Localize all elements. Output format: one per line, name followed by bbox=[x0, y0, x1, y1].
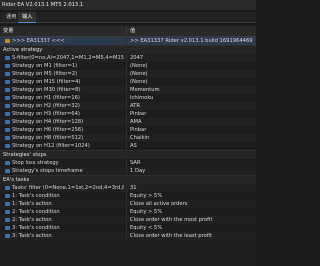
param-name: Stop loss strategy bbox=[12, 160, 59, 166]
param-icon bbox=[5, 120, 10, 124]
param-icon bbox=[5, 56, 10, 60]
param-value[interactable]: Equity > 5% bbox=[130, 208, 254, 216]
ab-icon bbox=[5, 39, 10, 43]
param-value[interactable]: Momentum bbox=[130, 86, 254, 94]
param-name: Strategy on H8 (filter=512) bbox=[12, 135, 84, 141]
param-value[interactable]: 1 Day bbox=[130, 167, 254, 175]
param-icon bbox=[5, 234, 10, 238]
param-value[interactable]: AMA bbox=[130, 118, 254, 126]
param-value[interactable]: 31 bbox=[130, 184, 254, 192]
param-name: Strategy on H2 (filter=32) bbox=[12, 103, 80, 109]
param-row[interactable]: 3: Task's condition Equity < 5% bbox=[0, 224, 256, 232]
param-name: 2: Task's condition bbox=[12, 209, 60, 215]
param-icon bbox=[5, 72, 10, 76]
param-row[interactable]: Strategy on H12 (filter=1024) AS bbox=[0, 142, 256, 150]
grid-header: 变量 值 bbox=[0, 26, 256, 37]
param-value[interactable]: 2047 bbox=[130, 54, 254, 62]
param-name: 3: Task's action bbox=[12, 233, 52, 239]
param-row[interactable]: S-filter(0=no,Al=2047,1=M1,2=M5,4=M15,..… bbox=[0, 54, 256, 62]
param-name: Strategy's stops timeframe bbox=[12, 168, 83, 174]
param-name: S-filter(0=no,Al=2047,1=M1,2=M5,4=M15,..… bbox=[12, 55, 124, 61]
param-name: Strategy on M30 (filter=8) bbox=[12, 87, 81, 93]
param-row[interactable]: Stop loss strategy SAR bbox=[0, 159, 256, 167]
param-row[interactable]: 3: Task's action Close order with the lea… bbox=[0, 232, 256, 240]
param-icon bbox=[5, 144, 10, 148]
param-icon bbox=[5, 161, 10, 165]
param-row[interactable]: 2: Task's action Close order with the mos… bbox=[0, 216, 256, 224]
param-value[interactable]: (None) bbox=[130, 78, 254, 86]
param-name: Strategy on M5 (filter=2) bbox=[12, 71, 78, 77]
param-value[interactable]: ATR bbox=[130, 102, 254, 110]
param-row[interactable]: Strategy on H6 (filter=256) Pinbar bbox=[0, 126, 256, 134]
param-icon bbox=[5, 226, 10, 230]
param-row[interactable]: Strategy on H3 (filter=64) Pinbar bbox=[0, 110, 256, 118]
param-name: Strategy on H12 (filter=1024) bbox=[12, 143, 90, 149]
param-value[interactable]: Pinbar bbox=[130, 126, 254, 134]
param-name: 2: Task's action bbox=[12, 217, 52, 223]
param-value[interactable]: Ichimoku bbox=[130, 94, 254, 102]
param-name: Strategy on M15 (filter=4) bbox=[12, 79, 81, 85]
param-value[interactable]: (None) bbox=[130, 62, 254, 70]
param-value[interactable]: Pinbar bbox=[130, 110, 254, 118]
param-row[interactable]: Strategy on M30 (filter=8) Momentum bbox=[0, 86, 256, 94]
section-strategies-stops: Strategies' stops bbox=[0, 150, 256, 159]
title-row[interactable]: >>> EA31337 <<< >> EA31337 Rider v2.013.… bbox=[0, 37, 256, 45]
param-value[interactable]: (None) bbox=[130, 70, 254, 78]
header-variable[interactable]: 变量 bbox=[3, 26, 13, 36]
param-icon bbox=[5, 186, 10, 190]
param-value[interactable]: Close all active orders bbox=[130, 200, 254, 208]
param-name: >>> EA31337 <<< bbox=[12, 38, 65, 44]
param-name: Strategy on H4 (filter=128) bbox=[12, 119, 84, 125]
param-value[interactable]: SAR bbox=[130, 159, 254, 167]
param-name: Tasks' filter (0=None,1=1st,2=2nd,4=3rd,… bbox=[12, 185, 124, 191]
header-value[interactable]: 值 bbox=[130, 26, 135, 36]
param-icon bbox=[5, 218, 10, 222]
param-row[interactable]: Strategy on M5 (filter=2) (None) bbox=[0, 70, 256, 78]
inputs-grid: 变量 值 >>> EA31337 <<< >> EA31337 Rider v2… bbox=[0, 26, 256, 266]
param-value[interactable]: Chaikin bbox=[130, 134, 254, 142]
param-icon bbox=[5, 169, 10, 173]
param-row[interactable]: Strategy on H1 (filter=16) Ichimoku bbox=[0, 94, 256, 102]
tab-inputs[interactable]: 输入 bbox=[18, 12, 37, 23]
param-name: Strategy on H6 (filter=256) bbox=[12, 127, 84, 133]
param-row[interactable]: Strategy's stops timeframe 1 Day bbox=[0, 167, 256, 175]
param-icon bbox=[5, 210, 10, 214]
param-icon bbox=[5, 64, 10, 68]
param-name: Strategy on H3 (filter=64) bbox=[12, 111, 80, 117]
param-row[interactable]: Tasks' filter (0=None,1=1st,2=2nd,4=3rd,… bbox=[0, 184, 256, 192]
param-icon bbox=[5, 194, 10, 198]
param-icon bbox=[5, 88, 10, 92]
param-row[interactable]: Strategy on H2 (filter=32) ATR bbox=[0, 102, 256, 110]
param-icon bbox=[5, 112, 10, 116]
param-name: 1: Task's action bbox=[12, 201, 52, 207]
param-row[interactable]: 1: Task's action Close all active orders bbox=[0, 200, 256, 208]
section-active-strategy: Active strategy bbox=[0, 45, 256, 54]
param-value[interactable]: Close order with the least profit bbox=[130, 232, 254, 240]
param-icon bbox=[5, 104, 10, 108]
param-icon bbox=[5, 80, 10, 84]
param-icon bbox=[5, 96, 10, 100]
param-name: Strategy on M1 (filter=1) bbox=[12, 63, 78, 69]
param-name: 3: Task's condition bbox=[12, 225, 60, 231]
param-name: 1: Task's condition bbox=[12, 193, 60, 199]
param-row[interactable]: 2: Task's condition Equity > 5% bbox=[0, 208, 256, 216]
param-value[interactable]: Equity < 5% bbox=[130, 224, 254, 232]
grid-rows: >>> EA31337 <<< >> EA31337 Rider v2.013.… bbox=[0, 37, 256, 240]
param-icon bbox=[5, 202, 10, 206]
tab-bar: 通用 输入 bbox=[0, 12, 256, 23]
param-row[interactable]: Strategy on H4 (filter=128) AMA bbox=[0, 118, 256, 126]
param-value[interactable]: AS bbox=[130, 142, 254, 150]
param-row[interactable]: Strategy on M15 (filter=4) (None) bbox=[0, 78, 256, 86]
param-name: Strategy on H1 (filter=16) bbox=[12, 95, 80, 101]
param-value[interactable]: >> EA31337 Rider v2.013.1 build 16919644… bbox=[130, 37, 254, 45]
param-row[interactable]: Strategy on H8 (filter=512) Chaikin bbox=[0, 134, 256, 142]
window-title: Rider EA V2.013.1 MT5 2.013.1 bbox=[0, 0, 256, 10]
param-icon bbox=[5, 128, 10, 132]
param-row[interactable]: Strategy on M1 (filter=1) (None) bbox=[0, 62, 256, 70]
param-value[interactable]: Close order with the most profit bbox=[130, 216, 254, 224]
param-value[interactable]: Equity > 5% bbox=[130, 192, 254, 200]
param-icon bbox=[5, 136, 10, 140]
param-row[interactable]: 1: Task's condition Equity > 5% bbox=[0, 192, 256, 200]
section-ea-tasks: EA's tasks bbox=[0, 175, 256, 184]
